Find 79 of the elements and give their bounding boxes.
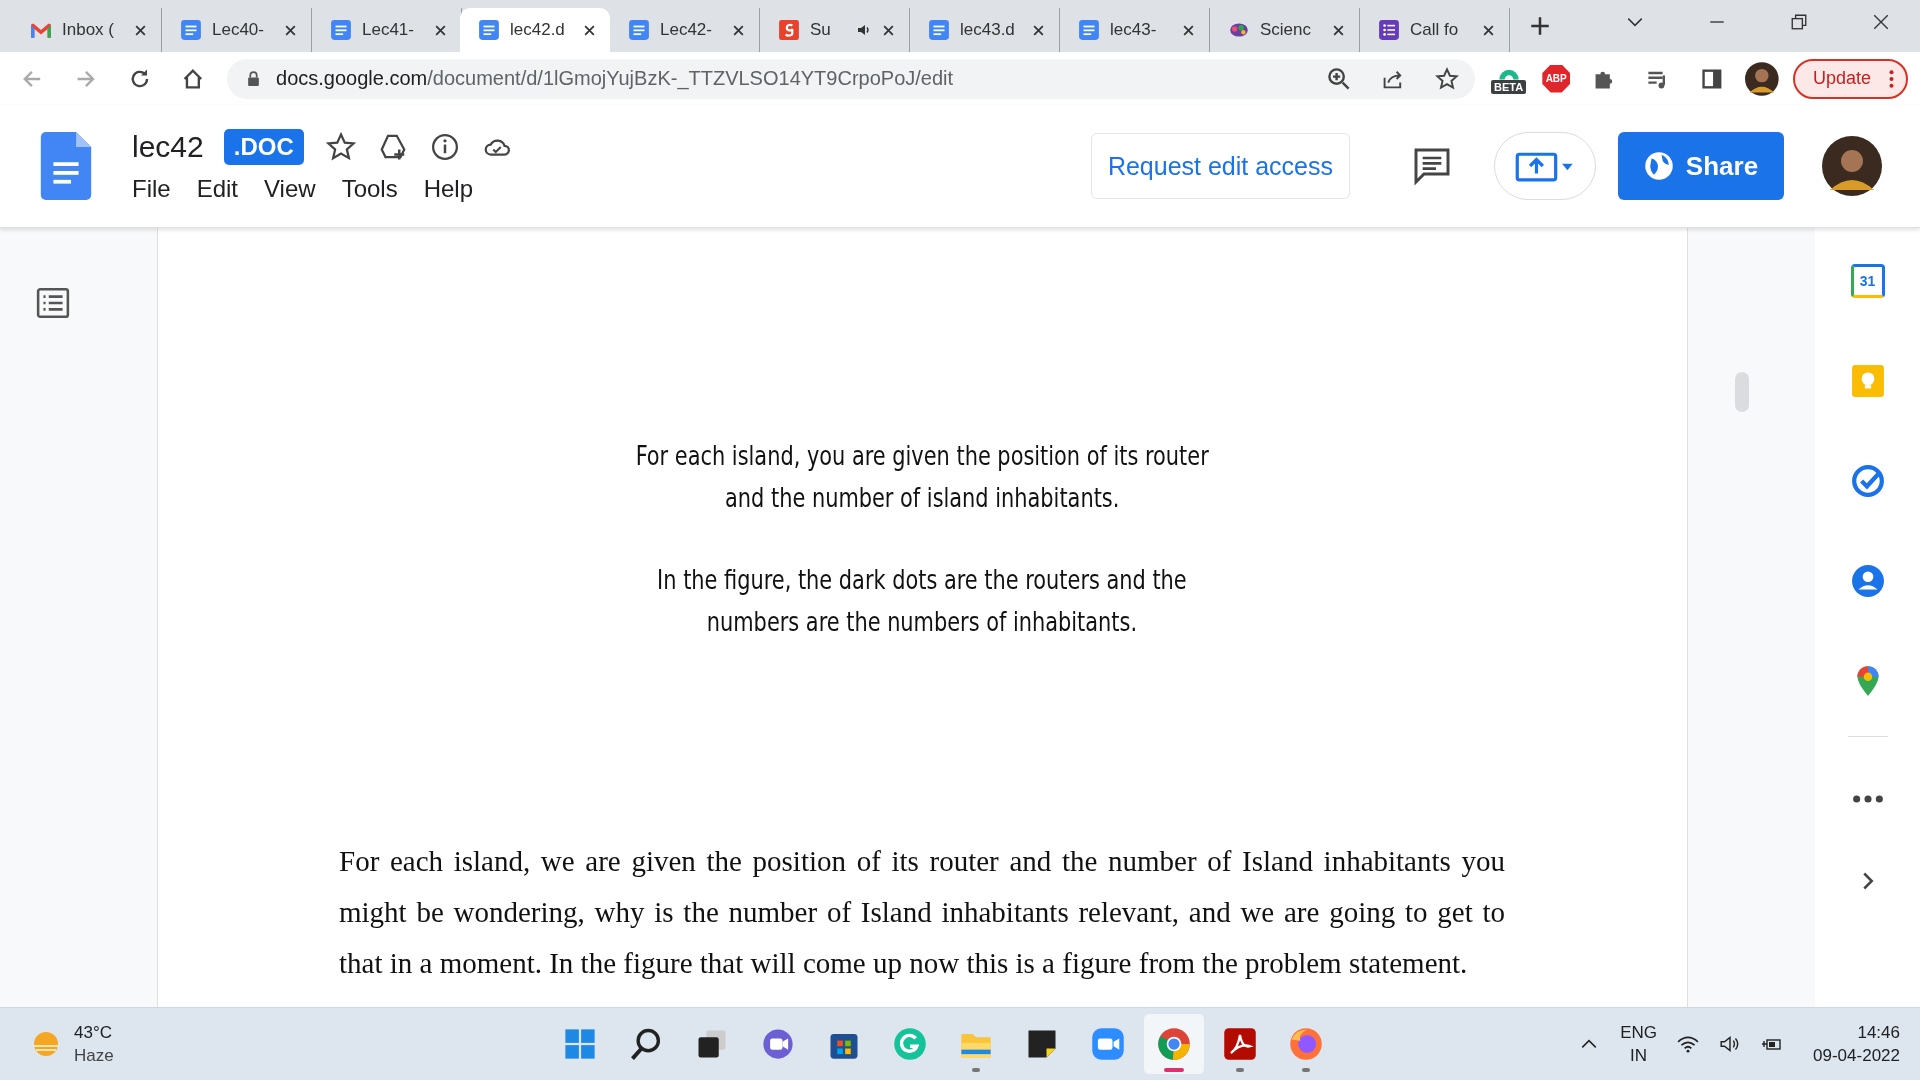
close-icon[interactable] [1482,23,1495,37]
close-icon[interactable] [583,23,596,37]
temperature: 43°C [74,1022,113,1043]
avatar[interactable] [1822,136,1882,196]
document-icon [628,19,650,41]
comment-icon[interactable] [1412,146,1452,186]
tab-title: Lec40- [212,20,265,40]
avatar[interactable] [1745,61,1779,96]
document-icon [478,19,500,41]
document-icon [1078,19,1100,41]
close-icon[interactable] [1332,23,1345,37]
tab-title: Scienc [1260,20,1313,40]
close-icon[interactable] [1182,23,1195,37]
more-icon[interactable] [1850,793,1885,805]
lock-icon [247,71,261,86]
url-text: docs.google.com/document/d/1lGmojYujBzK-_TTZVLSO14YT9CrpoPoJ/edit [276,67,954,90]
star-icon[interactable] [325,132,356,162]
tab-title: Call fo [1410,20,1460,40]
browser-tab[interactable]: lec42.d [460,8,610,52]
scrollbar-thumb[interactable] [1734,372,1749,412]
outline-icon[interactable] [35,286,70,320]
wifi-icon[interactable] [1677,1035,1700,1053]
docs-logo-icon [40,132,92,200]
clock[interactable]: 14:46 09-04-2022 [1813,1022,1900,1066]
extension-button[interactable]: BETA [1488,63,1529,94]
menu-item[interactable]: File [132,175,171,203]
document-icon [180,19,202,41]
close-icon[interactable] [1872,13,1890,31]
file-type-badge: .DOC [223,129,304,165]
language-indicator[interactable]: ENG IN [1620,1022,1658,1066]
chat-icon [760,1026,796,1062]
browser-icon [1156,1026,1192,1062]
menu-item[interactable]: Help [423,175,473,203]
address-field[interactable]: docs.google.com/document/d/1lGmojYujBzK-_TTZVLSO14YT9CrpoPoJ/edit [227,58,1475,99]
tab-title: Lec41- [362,20,415,40]
tab-title: Su [810,20,832,40]
calendar-icon[interactable]: 31 [1850,264,1885,298]
document-icon [928,19,950,41]
close-icon[interactable] [284,23,297,37]
body-paragraph: For each island, we are given the position of its router and the number of Island inhabitants you might be wondering, why is the number of Island inhabitants relevant, and we are going to get to that in a moment. In the figure that will come up now this is a figure from the problem statement. [339,844,1505,981]
new-tab-icon[interactable] [1530,16,1550,36]
more-icon [1889,69,1895,88]
fox-icon [1288,1026,1324,1062]
document-icon [330,19,352,41]
tab-title: lec43- [1110,20,1158,40]
tab-title: Inbox ( [62,20,115,40]
close-icon[interactable] [1032,23,1045,37]
letter-g-icon [892,1026,928,1062]
tab-title: Lec42- [660,20,713,40]
slide-text: In the figure, the dark dots are the routers and the numbers are the numbers of inhabitants. [657,563,1187,639]
close-icon[interactable] [434,23,447,37]
update-button[interactable]: Update [1793,58,1909,99]
pdf-icon [1222,1026,1258,1062]
letter-g-icon [778,19,800,41]
menu-item[interactable]: View [264,175,316,203]
check-circle-icon[interactable] [1850,464,1885,498]
slide-text: For each island, you are given the position of its router and the number of island inhabitants. [635,439,1209,515]
camera-icon [1090,1026,1126,1062]
form-icon [1378,19,1400,41]
request-edit-button[interactable]: Request edit access [1090,133,1350,199]
windows-icon [562,1026,598,1062]
close-icon[interactable] [732,23,745,37]
speaker-icon [856,22,872,38]
star-icon[interactable] [1434,66,1459,91]
close-icon[interactable] [882,23,895,37]
person-icon[interactable] [1850,564,1885,598]
menu-item[interactable]: Tools [341,175,398,203]
weather-condition: Haze [74,1045,114,1066]
document-title: lec42 [132,130,204,164]
adblock-button[interactable]: ABP [1542,64,1571,93]
restore-icon[interactable] [1790,13,1808,31]
drive-add-icon[interactable] [377,132,408,162]
menu-item[interactable]: Edit [196,175,239,203]
zoom-icon[interactable] [1326,66,1351,91]
tab-title: lec43.d [960,20,1016,40]
share-button[interactable]: Share [1618,132,1784,200]
tab-title: lec42.d [510,20,566,40]
close-icon[interactable] [134,23,147,37]
info-icon[interactable] [429,132,460,162]
